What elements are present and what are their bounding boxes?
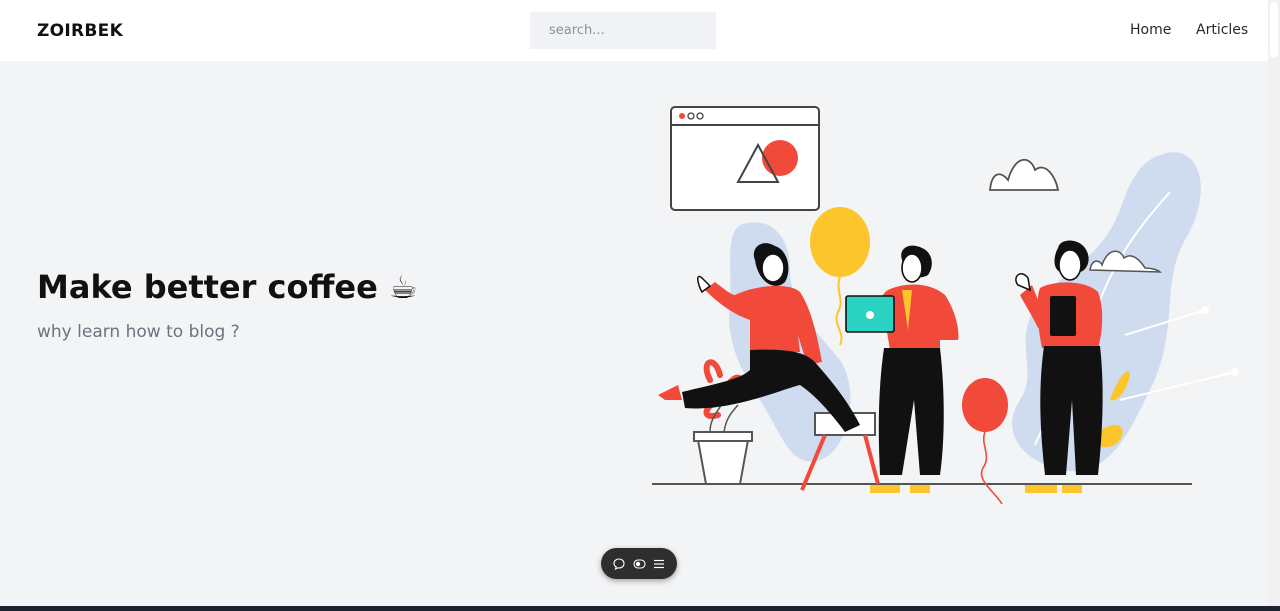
list-icon[interactable] [651,556,667,572]
hero-subtitle: why learn how to blog ? [37,322,240,342]
coffee-cup-icon: ☕ [388,268,418,306]
scrollbar-thumb[interactable] [1270,2,1278,57]
red-balloon [962,378,1008,505]
nav-link-articles[interactable]: Articles [1196,22,1248,38]
brand-logo[interactable]: ZOIRBEK [37,21,123,41]
floating-toolbar [601,548,677,579]
person-laptop [845,245,959,493]
os-taskbar-edge [0,606,1280,611]
hero-title: Make better coffee ☕ [37,268,418,306]
comment-icon[interactable] [611,556,627,572]
navbar: ZOIRBEK Home Articles [0,0,1268,61]
hero-title-text: Make better coffee [37,268,378,306]
nav-link-home[interactable]: Home [1130,22,1171,38]
cloud-icon [989,159,1060,191]
vertical-scrollbar[interactable] [1268,0,1280,606]
hero-illustration [652,106,1239,505]
browser-window-icon [670,106,820,211]
toggle-icon[interactable] [631,556,647,572]
search-input[interactable] [530,12,716,49]
